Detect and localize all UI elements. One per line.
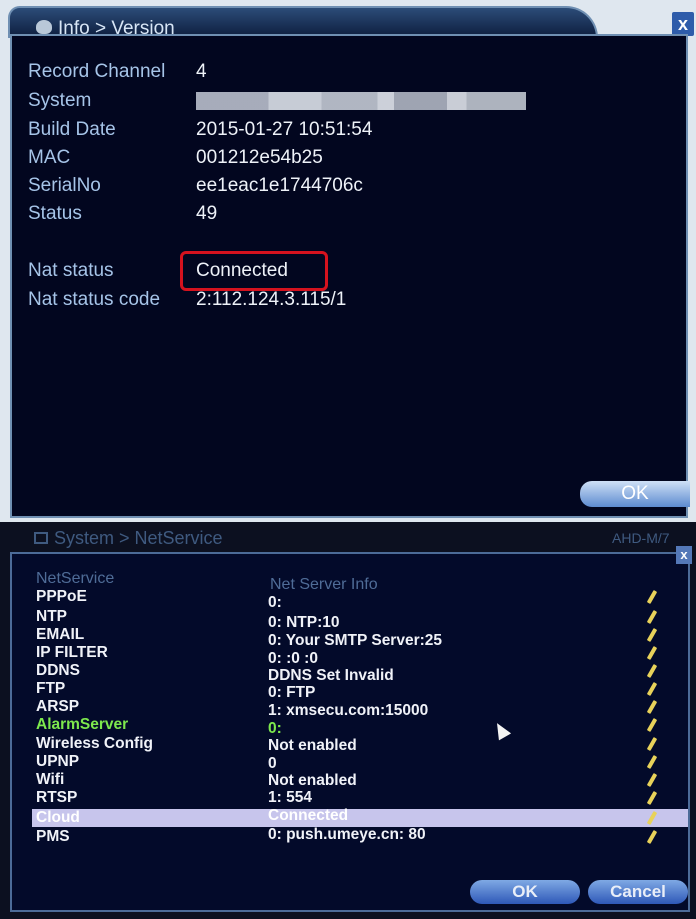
service-name: RTSP [36,789,78,806]
window-icon [34,532,48,544]
netservice-row-alarmserver[interactable]: AlarmServer 0: [32,716,688,737]
build-date-label: Build Date [28,119,116,140]
version-info-window: Info > Version x Record Channel 4 System… [0,0,696,522]
edit-icon[interactable] [646,589,658,605]
service-info: 1: 554 [268,789,312,806]
nat-status-code-label: Nat status code [28,289,161,310]
service-name: UPNP [36,753,80,770]
edit-icon[interactable] [646,736,658,752]
netservice-row-cloud[interactable]: Cloud Connected [32,807,688,827]
status-label: Status [28,203,82,224]
record-channel-label: Record Channel [28,61,166,82]
service-name: DDNS [36,662,80,679]
netservice-row-ftp[interactable]: FTP 0: FTP [32,680,688,701]
edit-icon[interactable] [646,645,658,661]
nat-status-label: Nat status [28,260,114,281]
edit-icon[interactable] [646,609,658,625]
service-info: Connected [268,807,349,824]
netservice-row-wireless-config[interactable]: Wireless Config Not enabled [32,735,688,754]
window-title: System > NetService [54,528,223,548]
netservice-row-pppoe[interactable]: PPPoE 0: [32,588,688,611]
edit-icon[interactable] [646,829,658,845]
service-name: Cloud [36,809,80,826]
ok-button[interactable]: OK [580,481,690,507]
build-date-value: 2015-01-27 10:51:54 [196,119,373,140]
netservice-row-ntp[interactable]: NTP 0: NTP:10 [32,608,688,631]
system-value-redacted [196,92,526,110]
column-header-netservice: NetService [36,570,115,587]
service-info: 0: push.umeye.cn: 80 [268,826,426,843]
service-name: AlarmServer [36,716,129,733]
record-channel-value: 4 [196,61,207,82]
edit-icon[interactable] [646,699,658,715]
device-model-text: AHD-M/7 [612,530,670,546]
service-name: PMS [36,828,70,845]
serialno-value: ee1eac1e1744706c [196,175,363,196]
service-name: PPPoE [36,588,87,605]
ok-button[interactable]: OK [470,880,580,904]
edit-icon[interactable] [646,627,658,643]
service-name: IP FILTER [36,644,108,661]
netservice-row-email[interactable]: EMAIL 0: Your SMTP Server:25 [32,626,688,649]
edit-icon[interactable] [646,717,658,733]
netservice-window: System > NetService AHD-M/7 x NetService… [0,522,696,919]
service-info: Not enabled [268,772,357,789]
edit-icon[interactable] [646,790,658,806]
service-name: NTP [36,608,67,625]
edit-icon[interactable] [646,772,658,788]
edit-icon[interactable] [646,663,658,679]
mac-label: MAC [28,147,71,168]
edit-icon[interactable] [646,681,658,697]
netservice-row-upnp[interactable]: UPNP 0 [32,753,688,772]
close-button[interactable]: x [676,546,692,564]
service-name: Wireless Config [36,735,153,752]
info-icon [36,20,52,34]
system-label: System [28,90,92,111]
nat-status-code-value: 2:112.124.3.115/1 [196,289,347,310]
netservice-row-ip-filter[interactable]: IP FILTER 0: :0 :0 [32,644,688,667]
netservice-row-wifi[interactable]: Wifi Not enabled [32,771,688,789]
status-value: 49 [196,203,218,224]
service-name: EMAIL [36,626,85,643]
mac-value: 001212e54b25 [196,147,323,168]
nat-status-highlight [180,251,328,291]
netservice-row-pms[interactable]: PMS 0: push.umeye.cn: 80 [32,826,688,846]
serialno-label: SerialNo [28,175,101,196]
netservice-row-arsp[interactable]: ARSP 1: xmsecu.com:15000 [32,698,688,719]
close-button[interactable]: x [672,12,694,36]
cancel-button[interactable]: Cancel [588,880,688,904]
service-name: FTP [36,680,66,697]
edit-icon[interactable] [646,810,658,826]
service-name: ARSP [36,698,80,715]
netservice-row-rtsp[interactable]: RTSP 1: 554 [32,789,688,807]
service-name: Wifi [36,771,65,788]
netservice-row-ddns[interactable]: DDNS DDNS Set Invalid [32,662,688,684]
edit-icon[interactable] [646,754,658,770]
